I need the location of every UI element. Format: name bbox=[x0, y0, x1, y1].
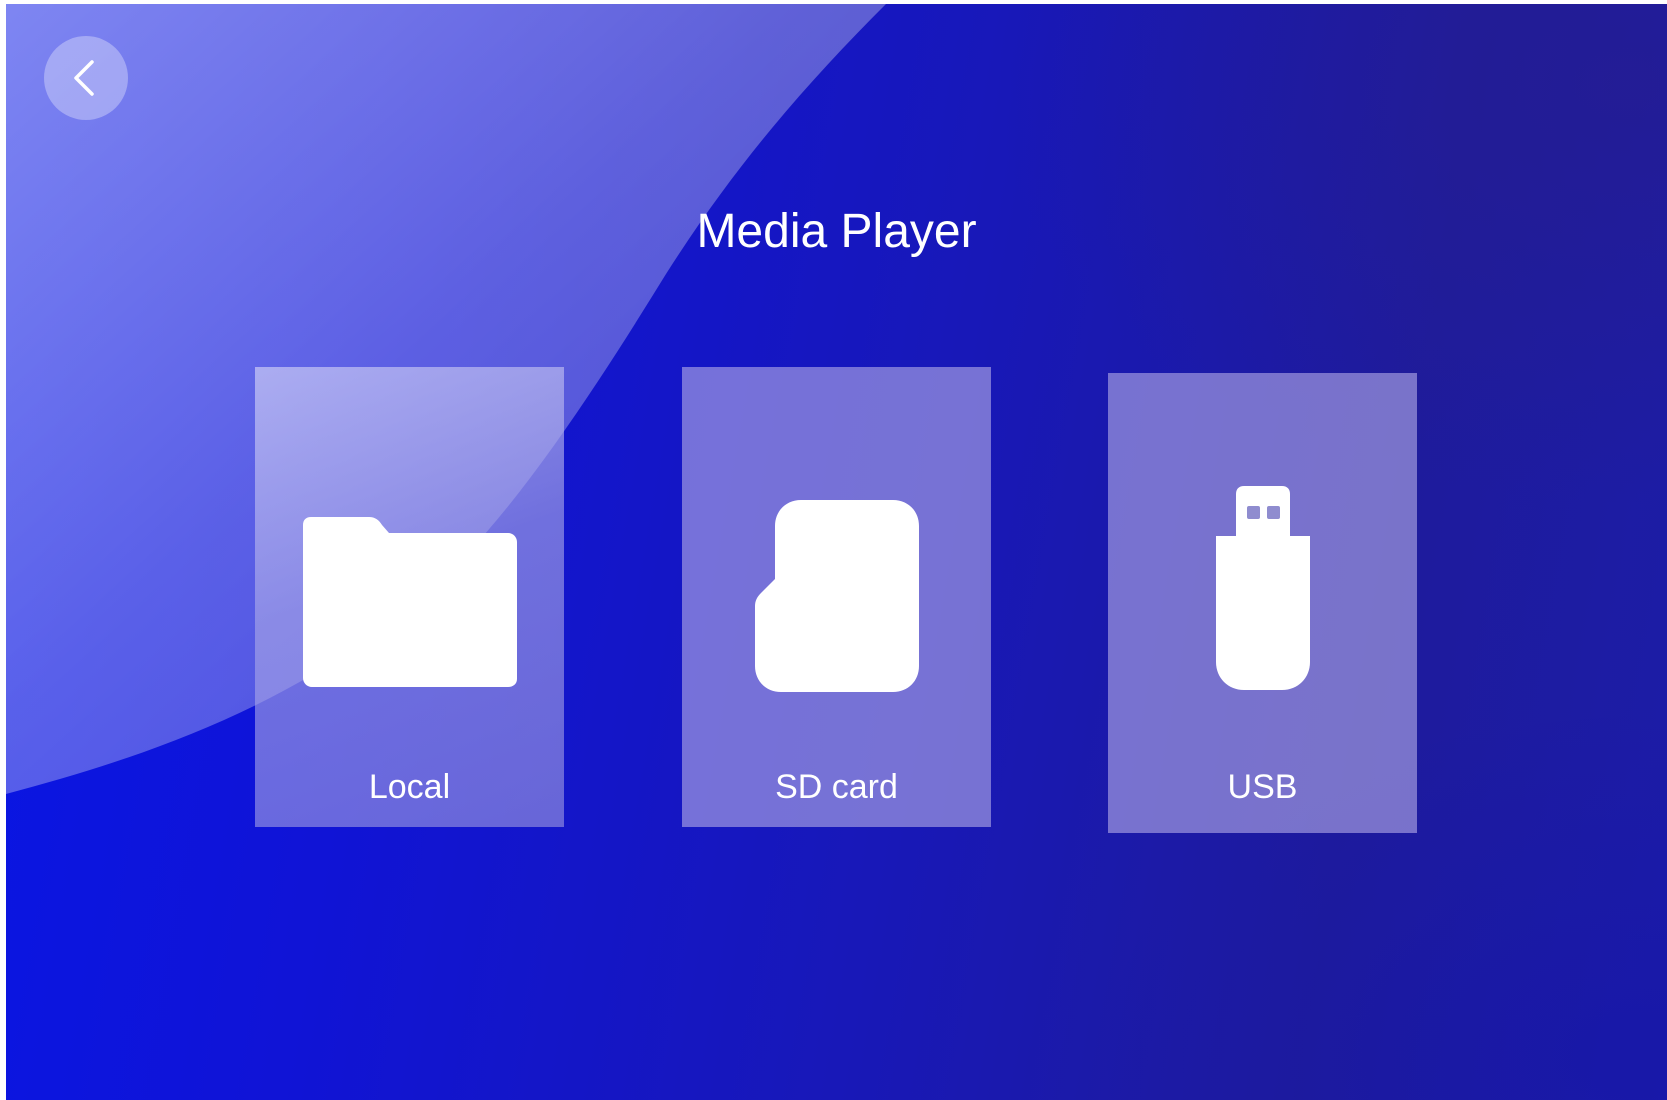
source-label-local: Local bbox=[368, 768, 451, 806]
folder-icon bbox=[255, 517, 564, 687]
media-player-screen: Media Player Local SD card USB bbox=[6, 4, 1667, 1100]
usb-drive-icon bbox=[1108, 486, 1417, 690]
source-card-local[interactable]: Local bbox=[255, 367, 564, 827]
source-card-usb[interactable]: USB bbox=[1108, 373, 1417, 833]
back-button[interactable] bbox=[44, 36, 128, 120]
source-label-usb: USB bbox=[1227, 768, 1298, 806]
source-label-sd-card: SD card bbox=[775, 768, 898, 806]
chevron-left-icon bbox=[74, 60, 94, 96]
page-title: Media Player bbox=[696, 205, 977, 258]
sd-card-icon bbox=[682, 500, 991, 692]
source-card-sd-card[interactable]: SD card bbox=[682, 367, 991, 827]
